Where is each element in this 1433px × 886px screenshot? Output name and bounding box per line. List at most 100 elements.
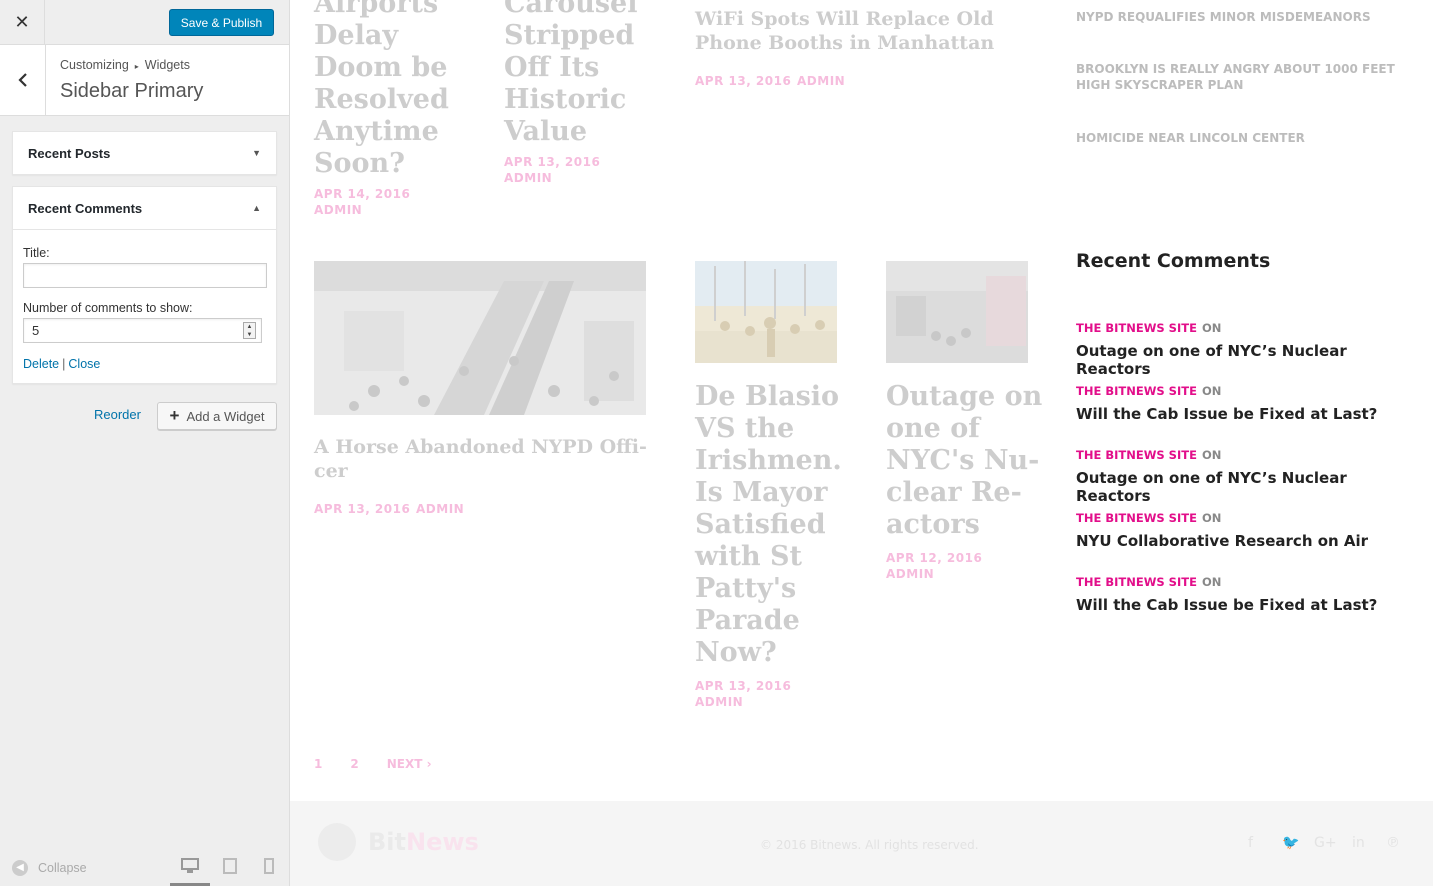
comment-author-link[interactable]: THE BITNEWS SITE [1076,384,1197,398]
post-title[interactable]: De Blasio VS the Irishmen. Is Mayor Sati… [695,381,842,669]
pagination: 1 2 NEXT › [314,757,460,771]
post-title-line: VS the [695,413,795,444]
post-title-line: Irishmen. [695,445,842,476]
comment-author-link[interactable]: THE BITNEWS SITE [1076,321,1197,335]
comment-post-link[interactable]: Outage on one of NYC’s Nuclear Reactors [1076,469,1421,505]
post-date: APR 13, 2016 [695,679,792,693]
section-header: Customizing ▸ Widgets Sidebar Primary [0,45,289,116]
comments-count-field[interactable]: 5 ▲ ▼ [23,318,262,343]
comment-author-link[interactable]: THE BITNEWS SITE [1076,575,1197,589]
widget-recent-comments: Recent Comments ▲ Title: Number of comme… [12,186,277,384]
post-author[interactable]: ADMIN [314,203,362,217]
comment-author-link[interactable]: THE BITNEWS SITE [1076,511,1197,525]
widget-recent-comments-toggle[interactable]: Recent Comments ▲ [13,187,276,229]
post-title-line: Outage on [886,381,1043,412]
post-title-line: Resolved [314,84,449,115]
recent-comment-item: THE BITNEWS SITE ON NYU Collaborative Re… [1076,507,1421,550]
post-title-line: Parade [695,605,800,636]
title-field-label: Title: [23,246,50,260]
post-thumbnail-street[interactable] [886,261,1028,363]
post-author[interactable]: ADMIN [886,567,934,581]
comments-count-value: 5 [32,323,40,338]
caret-up-icon[interactable]: ▲ [252,203,261,213]
logo-text: BitNews [368,828,479,856]
next-page-link[interactable]: NEXT › [387,757,432,771]
linkedin-icon[interactable]: in [1352,835,1365,851]
twitter-icon[interactable]: 🐦 [1282,835,1299,851]
number-stepper-icon[interactable]: ▲ ▼ [243,322,256,339]
collapse-arrow-icon: ◀ [12,860,28,876]
back-chevron-icon[interactable] [0,45,46,115]
collapse-button[interactable]: ◀ Collapse [12,860,87,876]
widget-recent-posts-toggle[interactable]: Recent Posts ▼ [13,132,276,174]
sidebar-post-link[interactable]: NYPD REQUALIFIES MINOR MISDEMEANORS [1076,9,1421,25]
add-widget-label: Add a Widget [186,408,265,424]
divider: | [62,357,66,371]
breadcrumb-separator-icon: ▸ [134,62,139,71]
post-date: APR 14, 2016 [314,187,411,201]
site-logo[interactable]: BitNews [318,823,479,861]
close-link[interactable]: Close [68,357,100,371]
post-author[interactable]: ADMIN [416,502,464,516]
comment-post-link[interactable]: Outage on one of NYC’s Nuclear Reactors [1076,342,1421,378]
page-link[interactable]: 1 [314,757,322,771]
save-publish-button[interactable]: Save & Publish [169,9,274,36]
post-title-line: Soon? [314,148,405,179]
comment-post-link[interactable]: Will the Cab Issue be Fixed at Last? [1076,405,1421,423]
post-date: APR 12, 2016 [886,551,983,565]
post-title[interactable]: Airports Delay Doom be Resolved Anytime … [314,0,449,180]
comment-on: ON [1202,575,1222,589]
comment-author-link[interactable]: THE BITNEWS SITE [1076,448,1197,462]
breadcrumb: Customizing ▸ Widgets [60,58,190,72]
plus-icon: + [169,406,180,425]
caret-down-icon[interactable]: ▼ [252,148,261,158]
post-title-line: Now? [695,637,777,668]
post-title-line: Delay [314,20,399,51]
post-title[interactable]: A Horse Abandoned NYPD Offi- cer [314,435,647,483]
post-thumbnail-parade[interactable] [695,261,837,363]
comment-on: ON [1202,511,1222,525]
logo-mark-icon [318,823,356,861]
page-link[interactable]: 2 [350,757,358,771]
post-title-line: clear Re- [886,477,1022,508]
post-thumbnail-escalator[interactable] [314,261,646,415]
post-author[interactable]: ADMIN [695,695,743,709]
customizer-footer: ◀ Collapse [0,848,289,886]
recent-comment-item: THE BITNEWS SITE ON Will the Cab Issue b… [1076,571,1421,614]
delete-link[interactable]: Delete [23,357,59,371]
logo-text-news: News [406,828,479,856]
sidebar-post-link[interactable]: HOMICIDE NEAR LINCOLN CENTER [1076,130,1421,146]
post-title[interactable]: Carousel Stripped Off Its Historic Value [504,0,637,148]
post-title[interactable]: WiFi Spots Will Replace Old Phone Booths… [695,7,994,55]
tablet-preview-icon[interactable] [210,858,250,886]
desktop-preview-icon[interactable] [170,858,210,886]
add-widget-button[interactable]: + Add a Widget [157,402,277,430]
post-author[interactable]: ADMIN [797,74,845,88]
google-plus-icon[interactable]: G+ [1314,835,1337,851]
post-title[interactable]: Outage on one of NYC's Nu- clear Re- act… [886,381,1042,541]
comment-post-link[interactable]: NYU Collaborative Research on Air [1076,532,1421,550]
title-field[interactable] [23,263,267,288]
post-title-line: Anytime [314,116,439,147]
sidebar-post-link[interactable]: BROOKLYN IS REALLY ANGRY ABOUT 1000 FEET… [1076,61,1421,93]
post-author[interactable]: ADMIN [504,171,552,185]
close-icon[interactable]: ✕ [0,0,45,45]
comment-on: ON [1202,448,1222,462]
mobile-preview-icon[interactable] [249,858,289,886]
comment-post-link[interactable]: Will the Cab Issue be Fixed at Last? [1076,596,1421,614]
post-date: APR 13, 2016 [695,74,792,88]
comment-on: ON [1202,321,1222,335]
site-preview: Airports Delay Doom be Resolved Anytime … [290,0,1433,886]
breadcrumb-customizing: Customizing [60,58,129,72]
post-title-line: Historic [504,84,627,115]
reorder-link[interactable]: Reorder [94,407,141,422]
post-title-line: Value [504,116,588,147]
logo-text-bit: Bit [368,828,406,856]
post-date: APR 13, 2016 [504,155,601,169]
facebook-icon[interactable]: f [1248,835,1253,851]
post-title-line: cer [314,460,348,482]
pinterest-icon[interactable]: ℗ [1386,835,1400,851]
post-date: APR 13, 2016 [314,502,411,516]
comment-on: ON [1202,384,1222,398]
post-title-line: NYC's Nu- [886,445,1040,476]
